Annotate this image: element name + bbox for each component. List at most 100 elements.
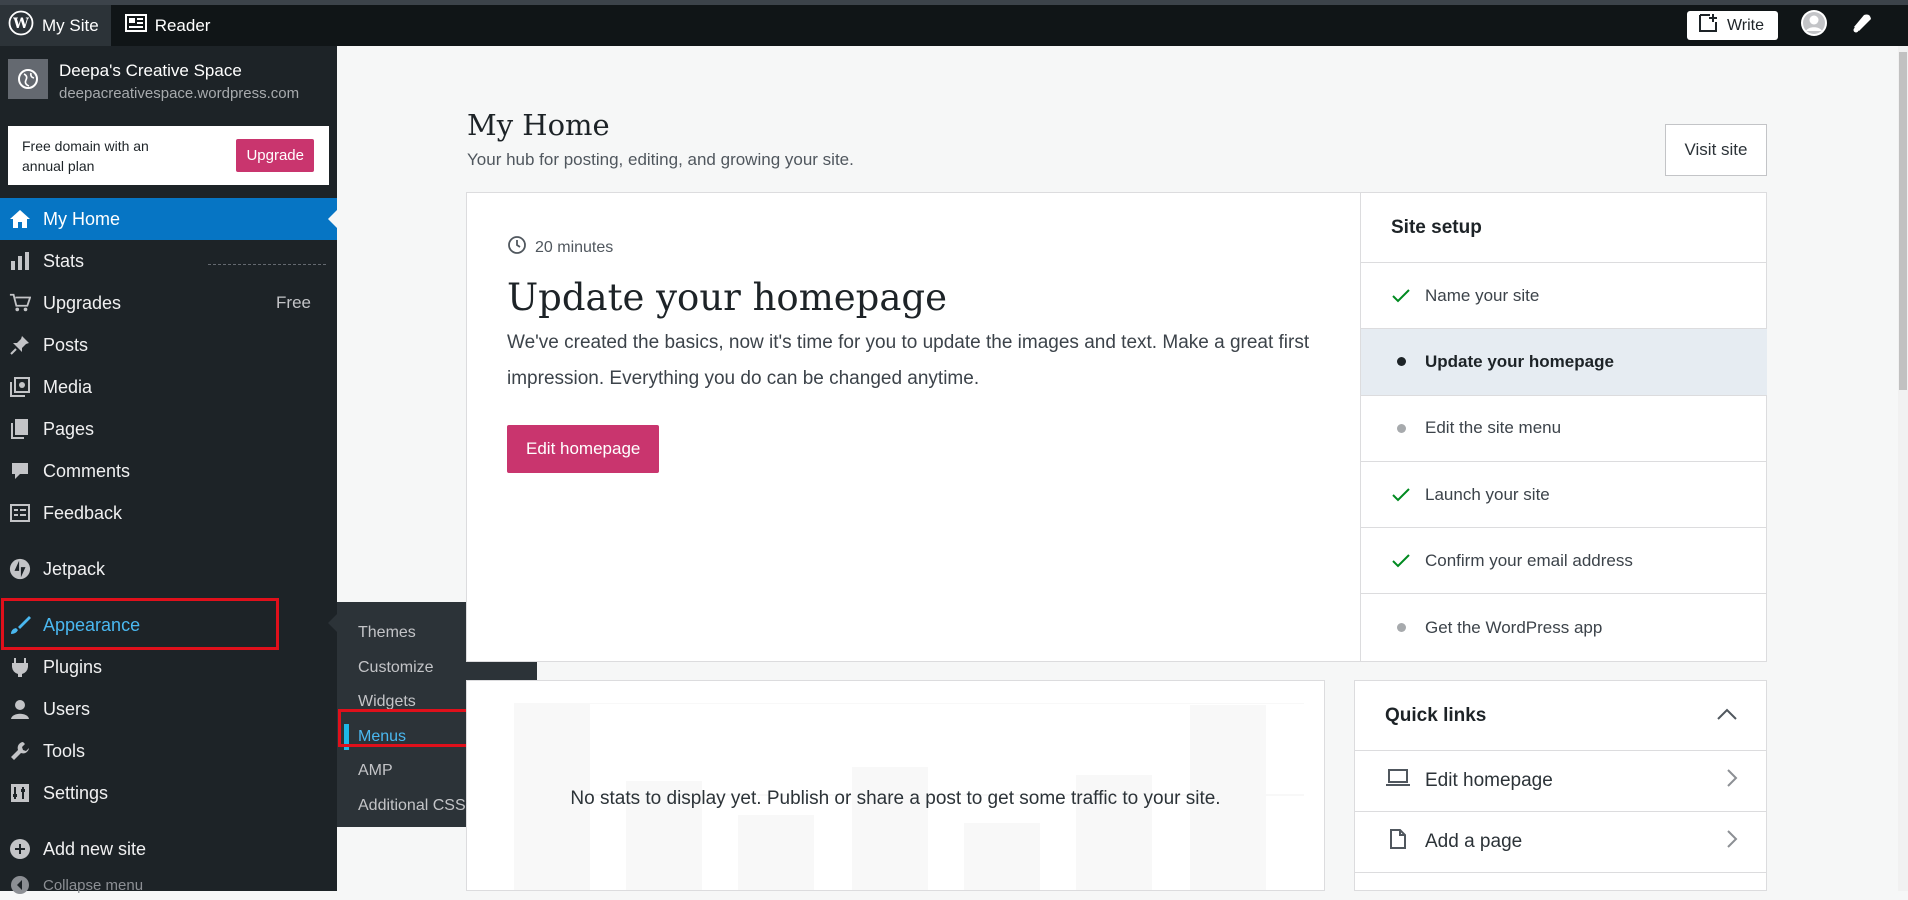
sidebar-item-label: Media [43,376,93,397]
sidebar-item-jetpack[interactable]: Jetpack [0,548,337,590]
current-dot-icon [1391,357,1411,367]
main-content: My Home Your hub for posting, editing, a… [337,46,1908,891]
user-icon [9,698,31,720]
sidebar-item-label: Feedback [43,502,123,523]
sidebar-item-label: Stats [43,250,85,271]
setup-item-label: Name your site [1425,285,1540,305]
site-setup-list: Site setup Name your site Update your ho… [1360,193,1767,661]
stats-card: No stats to display yet. Publish or shar… [466,680,1325,891]
media-icon [9,376,31,398]
home-icon [9,208,31,230]
jetpack-icon [9,558,31,580]
laptop-icon [1385,768,1411,794]
appearance-highlight-box [1,598,279,650]
pin-icon [9,334,31,356]
setup-item-label: Edit the site menu [1425,418,1562,438]
sidebar-item-label: Plugins [43,656,103,677]
setup-item-edit-menu[interactable]: Edit the site menu [1361,396,1767,462]
site-globe-icon [8,59,48,99]
task-time: 20 minutes [535,238,614,256]
sidebar-item-label: Upgrades [43,292,122,313]
notifications-bell-icon[interactable] [1850,11,1874,40]
chevron-right-icon [1726,768,1738,794]
sidebar-nav: My Home Stats Upgrades Free Posts Media … [0,198,337,900]
upgrade-text: Free domain with an annual plan [22,137,149,174]
todo-dot-icon [1391,423,1411,433]
check-icon [1391,554,1411,568]
sidebar-item-label: Add new site [43,838,147,859]
setup-item-label: Update your homepage [1425,351,1614,371]
setup-item-label: Launch your site [1425,484,1550,504]
sidebar-item-label: My Home [43,208,121,229]
sidebar-item-plugins[interactable]: Plugins [0,646,337,688]
sidebar-item-feedback[interactable]: Feedback [0,492,337,534]
chevron-up-icon [1716,705,1738,727]
page-scrollbar[interactable] [1898,46,1908,891]
sidebar-item-comments[interactable]: Comments [0,450,337,492]
setup-item-name-site[interactable]: Name your site [1361,263,1767,330]
todo-dot-icon [1391,623,1411,633]
sidebar-item-tools[interactable]: Tools [0,730,337,772]
sidebar-item-label: Comments [43,460,131,481]
wrench-icon [9,740,31,762]
quick-link-label: Add a page [1425,831,1523,852]
setup-item-update-homepage[interactable]: Update your homepage [1361,329,1767,396]
task-card: 20 minutes Update your homepage We've cr… [466,192,1767,662]
sidebar-item-collapse-menu[interactable]: Collapse menu [0,870,337,900]
sidebar-item-settings[interactable]: Settings [0,772,337,814]
sidebar-item-stats[interactable]: Stats [0,240,337,282]
quick-link-add-page[interactable]: Add a page [1355,812,1766,873]
sidebar-item-posts[interactable]: Posts [0,324,337,366]
task-description: We've created the basics, now it's time … [507,332,1310,389]
task-panel: 20 minutes Update your homepage We've cr… [467,193,1360,661]
setup-item-confirm-email[interactable]: Confirm your email address [1361,528,1767,595]
quick-link-label: Edit homepage [1425,770,1553,791]
no-stats-message: No stats to display yet. Publish or shar… [570,788,1221,809]
quick-link-edit-homepage[interactable]: Edit homepage [1355,751,1766,812]
chevron-right-icon [1726,829,1738,855]
reader-label: Reader [154,15,211,35]
sidebar-item-upgrades[interactable]: Upgrades Free [0,282,337,324]
page-title: My Home [467,108,610,142]
sidebar-item-my-home[interactable]: My Home [0,198,337,240]
wordpress-logo-icon: W [8,10,34,41]
avatar[interactable] [1800,9,1828,42]
reader-icon [124,14,147,37]
sidebar-item-add-new-site[interactable]: Add new site [0,828,337,870]
reader-menu[interactable]: Reader [111,5,223,46]
upgrade-button[interactable]: Upgrade [236,139,314,172]
sidebar-item-pages[interactable]: Pages [0,408,337,450]
write-icon [1697,12,1719,39]
sidebar-item-label: Tools [43,740,86,761]
settings-icon [9,782,31,804]
edit-homepage-button[interactable]: Edit homepage [507,425,660,473]
sidebar-item-label: Users [43,698,91,719]
write-button[interactable]: Write [1686,11,1778,40]
sidebar-item-users[interactable]: Users [0,688,337,730]
setup-item-get-app[interactable]: Get the WordPress app [1361,594,1767,660]
upgrade-nudge[interactable]: Free domain with an annual plan Upgrade [8,126,329,185]
site-url: deepacreativespace.wordpress.com [59,85,300,102]
my-site-label: My Site [42,15,99,35]
setup-item-label: Get the WordPress app [1425,617,1603,637]
quick-links-header[interactable]: Quick links [1355,681,1766,751]
feedback-icon [9,502,31,524]
check-icon [1391,487,1411,502]
sidebar-item-media[interactable]: Media [0,366,337,408]
admin-bar: W My Site Reader Write [0,5,1908,46]
setup-item-launch-site[interactable]: Launch your site [1361,462,1767,529]
upgrades-free-badge: Free [276,293,311,312]
site-switcher[interactable]: Deepa's Creative Space deepacreativespac… [0,46,337,126]
sidebar-item-label: Posts [43,334,89,355]
visit-site-button[interactable]: Visit site [1665,124,1767,176]
write-label: Write [1726,16,1764,34]
scrollbar-thumb[interactable] [1899,52,1907,390]
sidebar-item-label: Settings [43,782,109,803]
plus-circle-icon [9,838,31,860]
quick-links-card: Quick links Edit homepage Add a page [1354,680,1767,891]
my-site-menu[interactable]: W My Site [0,5,111,46]
comment-icon [9,460,31,482]
quick-links-title: Quick links [1385,704,1487,726]
sidebar-item-label: Pages [43,418,95,439]
sidebar: Deepa's Creative Space deepacreativespac… [0,46,337,894]
